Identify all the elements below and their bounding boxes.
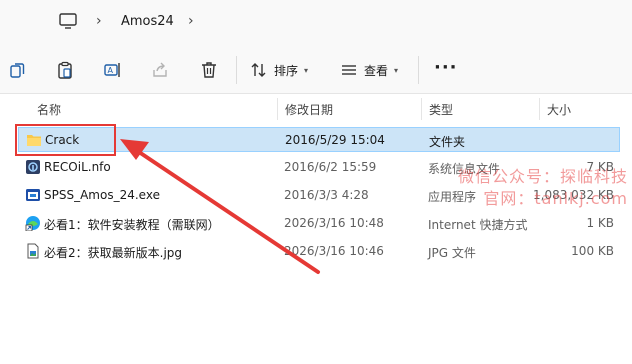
file-row[interactable]: 必看2：获取最新版本.jpg 2026/3/16 10:46 JPG 文件 10… — [18, 239, 620, 264]
sort-button[interactable]: 排序 ▾ — [250, 58, 308, 82]
file-name: 必看2：获取最新版本.jpg — [44, 246, 183, 260]
internet-shortcut-icon — [25, 216, 40, 231]
annotation-highlight-box — [15, 124, 116, 156]
toolbar-divider — [236, 56, 237, 84]
chevron-right-icon[interactable]: › — [96, 13, 106, 29]
column-header-row: 名称 修改日期 类型 大小 — [0, 94, 632, 122]
svg-text:A: A — [108, 66, 114, 75]
rename-icon[interactable]: A — [104, 61, 122, 79]
chevron-down-icon: ▾ — [304, 65, 309, 75]
file-size: 1 KB — [586, 216, 614, 230]
watermark: 微信公众号：探临科技 官网：tanlkj.com — [458, 166, 628, 210]
watermark-line-1: 微信公众号：探临科技 — [457, 167, 628, 186]
command-bar: A 排序 ▾ 查看 ▾ ··· — [0, 44, 632, 94]
file-name: 必看1：软件安装教程（需联网） — [44, 218, 220, 232]
column-divider[interactable] — [539, 98, 540, 120]
chevron-down-icon: ▾ — [394, 65, 399, 75]
file-type: 文件夹 — [429, 135, 466, 149]
view-label: 查看 — [364, 63, 389, 78]
sort-label: 排序 — [274, 63, 299, 78]
column-header-modified[interactable]: 修改日期 — [285, 101, 333, 118]
file-modified: 2016/5/29 15:04 — [285, 133, 385, 147]
chevron-right-icon[interactable]: › — [188, 13, 198, 29]
column-divider[interactable] — [277, 98, 278, 120]
file-row[interactable]: 必看1：软件安装教程（需联网） 2026/3/16 10:48 Internet… — [18, 211, 620, 236]
toolbar-divider — [418, 56, 419, 84]
application-icon — [26, 189, 40, 201]
watermark-line-2: 官网：tanlkj.com — [483, 189, 628, 208]
jpg-file-icon — [27, 243, 39, 259]
sort-icon — [251, 63, 266, 77]
view-details-icon — [342, 65, 356, 75]
share-icon[interactable] — [151, 61, 169, 79]
file-name: SPSS_Amos_24.exe — [44, 188, 160, 202]
file-modified: 2026/3/16 10:48 — [284, 216, 384, 230]
this-pc-icon[interactable] — [58, 12, 78, 30]
file-type: Internet 快捷方式 — [428, 218, 528, 232]
delete-icon[interactable] — [200, 61, 218, 79]
column-header-type[interactable]: 类型 — [429, 101, 453, 118]
more-options-icon[interactable]: ··· — [434, 59, 458, 77]
file-modified: 2016/3/3 4:28 — [284, 188, 369, 202]
file-size: 100 KB — [571, 244, 614, 258]
file-modified: 2026/3/16 10:46 — [284, 244, 384, 258]
file-modified: 2016/6/2 15:59 — [284, 160, 377, 174]
file-type: JPG 文件 — [428, 246, 476, 260]
view-button[interactable]: 查看 ▾ — [340, 58, 398, 82]
breadcrumb-current-folder[interactable]: Amos24 — [121, 14, 174, 29]
copy-icon[interactable] — [9, 61, 27, 79]
paste-icon[interactable] — [56, 61, 74, 79]
address-bar: › Amos24 › — [0, 0, 632, 44]
file-name: RECOiL.nfo — [44, 160, 111, 174]
system-info-file-icon — [26, 160, 40, 174]
column-divider[interactable] — [421, 98, 422, 120]
column-header-size[interactable]: 大小 — [547, 101, 571, 118]
column-header-name[interactable]: 名称 — [37, 101, 61, 118]
